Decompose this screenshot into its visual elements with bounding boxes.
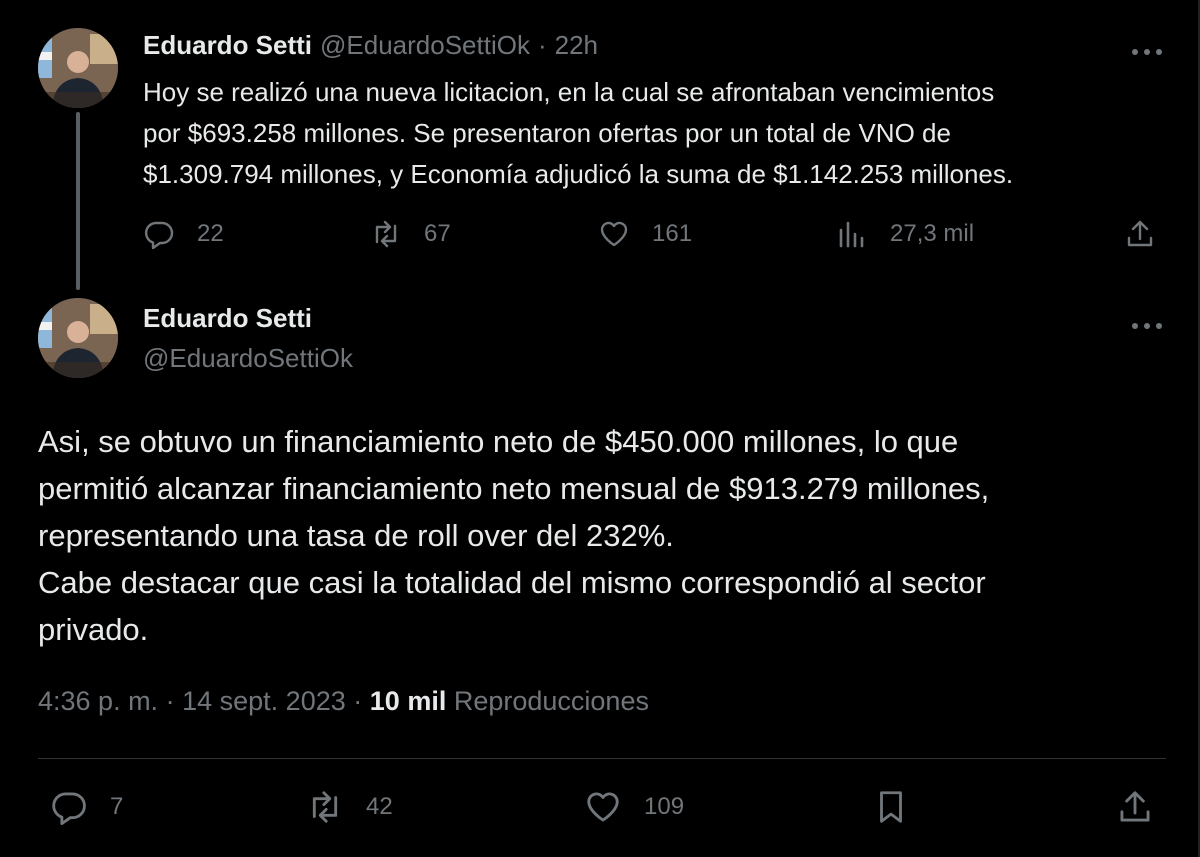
bookmark-button[interactable] — [872, 787, 910, 827]
share-button[interactable] — [1116, 787, 1154, 827]
share-icon — [1127, 220, 1153, 247]
like-icon — [587, 792, 619, 822]
reply-button[interactable]: 22 — [143, 214, 224, 254]
divider — [38, 758, 1166, 759]
tweet-date[interactable]: 14 sept. 2023 — [182, 686, 346, 716]
bookmark-icon — [880, 791, 902, 823]
tweet-meta: 4:36 p. m. · 14 sept. 2023 · 10 mil Repr… — [38, 686, 649, 717]
avatar[interactable] — [38, 298, 118, 378]
reply-icon — [52, 792, 86, 826]
tweet-time[interactable]: 4:36 p. m. — [38, 686, 158, 716]
like-button[interactable]: 109 — [584, 787, 684, 827]
tweet-text: Asi, se obtuvo un financiamiento neto de… — [38, 418, 1158, 653]
tweet-time[interactable]: 22h — [555, 30, 598, 61]
tweet-text-line: Hoy se realizó una nueva licitacion, en … — [143, 77, 995, 107]
like-button[interactable]: 161 — [598, 214, 692, 254]
tweet-text-line: representando una tasa de roll over del … — [38, 518, 674, 553]
tweet-text-line: permitió alcanzar financiamiento neto me… — [38, 471, 990, 506]
author-name[interactable]: Eduardo Setti — [143, 30, 312, 61]
tweet-text-line: $1.309.794 millones, y Economía adjudicó… — [143, 159, 1014, 189]
repost-count: 42 — [366, 793, 393, 820]
meta-separator: · — [165, 686, 175, 716]
repost-icon — [375, 220, 397, 248]
more-icon[interactable] — [1130, 312, 1164, 332]
thread-line — [76, 112, 80, 290]
reply-button[interactable]: 7 — [50, 787, 123, 827]
views-label: Reproducciones — [453, 686, 649, 716]
author-handle[interactable]: @EduardoSettiOk — [143, 343, 353, 374]
views-icon — [839, 221, 864, 248]
like-count: 161 — [652, 220, 693, 247]
avatar[interactable] — [38, 28, 118, 108]
repost-icon — [312, 791, 338, 823]
reply-count: 7 — [110, 793, 124, 820]
tweet-text-line: Cabe destacar que casi la totalidad del … — [38, 565, 986, 600]
reply-count: 22 — [197, 220, 224, 247]
author-name[interactable]: Eduardo Setti — [143, 303, 312, 334]
author-handle[interactable]: @EduardoSettiOk — [320, 30, 530, 61]
tweet-text-line: por $693.258 millones. Se presentaron of… — [143, 118, 951, 148]
views-count: 10 mil — [369, 686, 447, 716]
like-icon — [600, 221, 628, 247]
tweet-text-line: privado. — [38, 612, 149, 647]
share-icon — [1120, 791, 1150, 822]
views-button[interactable]: 27,3 mil — [836, 214, 974, 254]
like-count: 109 — [644, 793, 685, 820]
repost-button[interactable]: 42 — [306, 787, 393, 827]
tweet1-header: Eduardo Setti @EduardoSettiOk · 22h — [143, 30, 598, 61]
meta-separator: · — [353, 686, 363, 716]
views-count: 27,3 mil — [890, 220, 975, 247]
share-button[interactable] — [1124, 214, 1156, 254]
tweet-text-line: Asi, se obtuvo un financiamiento neto de… — [38, 424, 959, 459]
tweet-text: Hoy se realizó una nueva licitacion, en … — [143, 72, 1173, 195]
reply-icon — [144, 221, 174, 250]
time-separator: · — [537, 30, 547, 60]
repost-button[interactable]: 67 — [370, 214, 451, 254]
repost-count: 67 — [424, 220, 451, 247]
more-icon[interactable] — [1130, 38, 1164, 58]
